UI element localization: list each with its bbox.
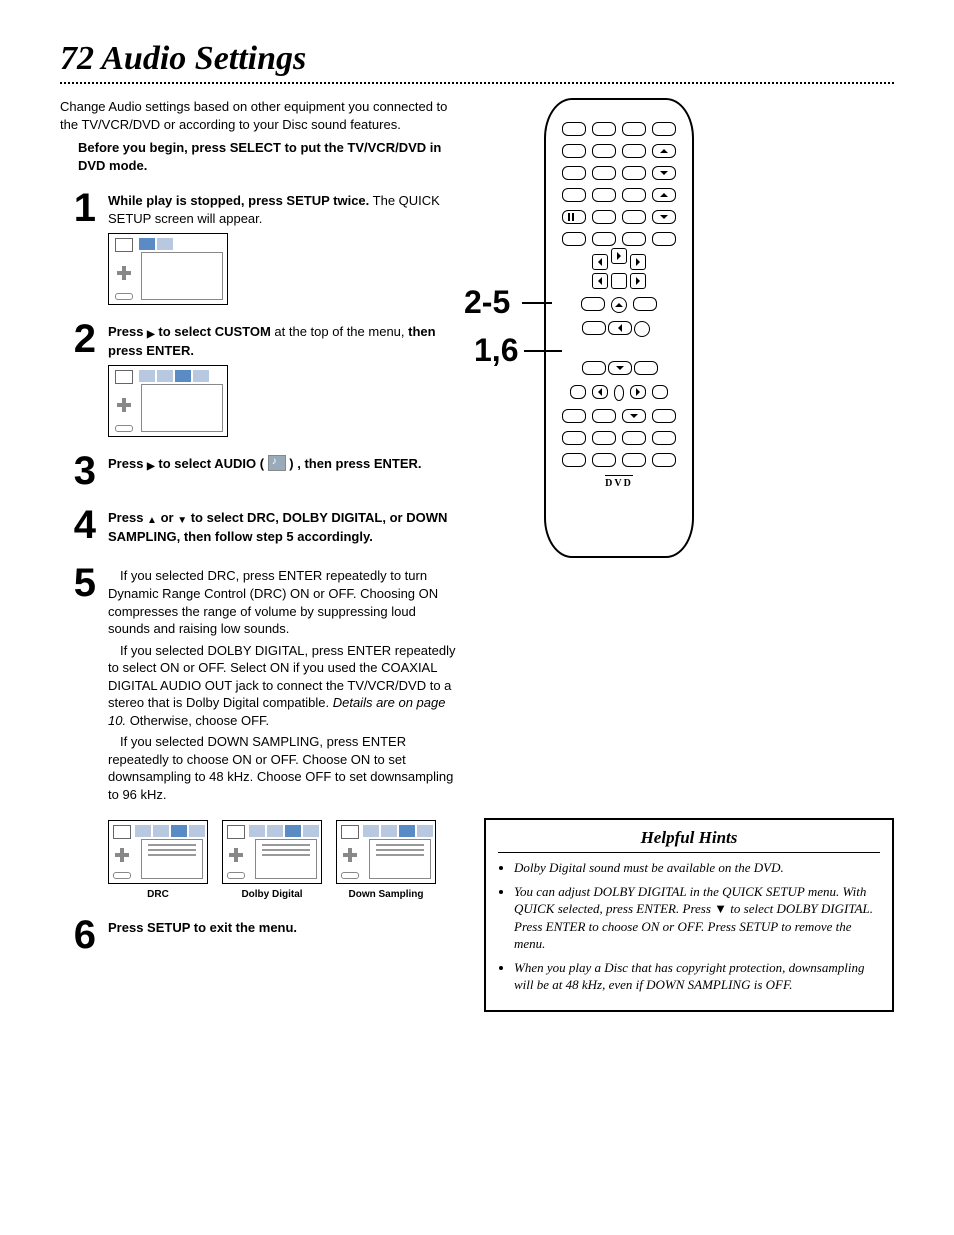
screen-dolby: Dolby Digital <box>222 814 322 902</box>
step-body: Press or to select DRC, DOLBY DIGITAL, o… <box>108 509 460 549</box>
hint-item: When you play a Disc that has copyright … <box>514 959 880 994</box>
step6-text: Press SETUP to exit the menu. <box>108 920 297 935</box>
page-title: 72 Audio Settings <box>60 40 894 78</box>
setup-screen-2 <box>108 365 228 437</box>
step-body: Press to select AUDIO ( ) , then press E… <box>108 455 460 478</box>
setup-screen-1 <box>108 233 228 305</box>
right-arrow-icon <box>147 324 155 342</box>
step-number: 4 <box>60 505 96 545</box>
page-title-text: Audio Settings <box>101 40 306 77</box>
screen-downsampling: Down Sampling <box>336 814 436 902</box>
step-number: 3 <box>60 451 96 491</box>
callout-text: 2-5 <box>464 284 510 320</box>
caption-dolby: Dolby Digital <box>241 888 302 902</box>
left-column: Change Audio settings based on other equ… <box>60 98 460 1012</box>
intro-text: Change Audio settings based on other equ… <box>60 98 460 133</box>
step5-p1: If you selected DRC, press ENTER repeate… <box>108 567 460 637</box>
step-number: 5 <box>60 563 96 603</box>
intro-bold: Before you begin, press SELECT to put th… <box>78 139 460 174</box>
step4-a: Press <box>108 510 147 525</box>
page-number: 72 <box>60 40 94 77</box>
hints-title: Helpful Hints <box>498 828 880 853</box>
step-body: While play is stopped, press SETUP twice… <box>108 192 460 305</box>
callout-text: 1,6 <box>474 332 518 368</box>
audio-icon <box>268 455 286 471</box>
right-arrow-icon <box>147 456 155 474</box>
hint-item: You can adjust DOLBY DIGITAL in the QUIC… <box>514 883 880 953</box>
d-pad <box>582 321 656 377</box>
step-1: 1 While play is stopped, press SETUP twi… <box>60 192 460 305</box>
step2-a: Press <box>108 324 147 339</box>
step3-b2: ) , then press ENTER. <box>286 456 422 471</box>
hint-item: Dolby Digital sound must be available on… <box>514 859 880 877</box>
step2-rest: at the top of the menu, <box>271 324 408 339</box>
step-body: Press to select CUSTOM at the top of the… <box>108 323 460 437</box>
step-body: If you selected DRC, press ENTER repeate… <box>108 567 460 901</box>
step-4: 4 Press or to select DRC, DOLBY DIGITAL,… <box>60 509 460 549</box>
right-column: 2-5 1,6 <box>484 98 894 1012</box>
step5-p3: If you selected DOWN SAMPLING, press ENT… <box>108 733 460 803</box>
up-arrow-icon <box>147 510 157 528</box>
step-5: 5 If you selected DRC, press ENTER repea… <box>60 567 460 901</box>
step5-p2b: Otherwise, choose OFF. <box>126 713 269 728</box>
callout-2-5: 2-5 <box>464 284 510 321</box>
step-number: 6 <box>60 915 96 955</box>
step-body: Press SETUP to exit the menu. <box>108 919 460 941</box>
step3-b1: to select AUDIO ( <box>155 456 268 471</box>
callout-1-6: 1,6 <box>474 332 518 369</box>
triple-screens: DRC Dolby Digital Down Sampling <box>108 814 460 902</box>
step3-a: Press <box>108 456 147 471</box>
screen-drc: DRC <box>108 814 208 902</box>
content-columns: Change Audio settings based on other equ… <box>60 98 894 1012</box>
step1-bold: While play is stopped, press SETUP twice… <box>108 193 369 208</box>
transport-controls <box>592 254 646 289</box>
caption-drc: DRC <box>147 888 169 902</box>
caption-down: Down Sampling <box>349 888 424 902</box>
helpful-hints-box: Helpful Hints Dolby Digital sound must b… <box>484 818 894 1012</box>
step2-b1: to select CUSTOM <box>155 324 271 339</box>
remote-control-diagram: DVD <box>544 98 694 558</box>
step-2: 2 Press to select CUSTOM at the top of t… <box>60 323 460 437</box>
dvd-logo: DVD <box>605 475 633 489</box>
step-6: 6 Press SETUP to exit the menu. <box>60 919 460 955</box>
step4-mid: or <box>157 510 177 525</box>
step-3: 3 Press to select AUDIO ( ) , then press… <box>60 455 460 491</box>
hints-list: Dolby Digital sound must be available on… <box>498 859 880 994</box>
down-arrow-icon <box>177 510 187 528</box>
page-header: 72 Audio Settings <box>60 40 894 84</box>
step-number: 1 <box>60 188 96 228</box>
step-number: 2 <box>60 319 96 359</box>
